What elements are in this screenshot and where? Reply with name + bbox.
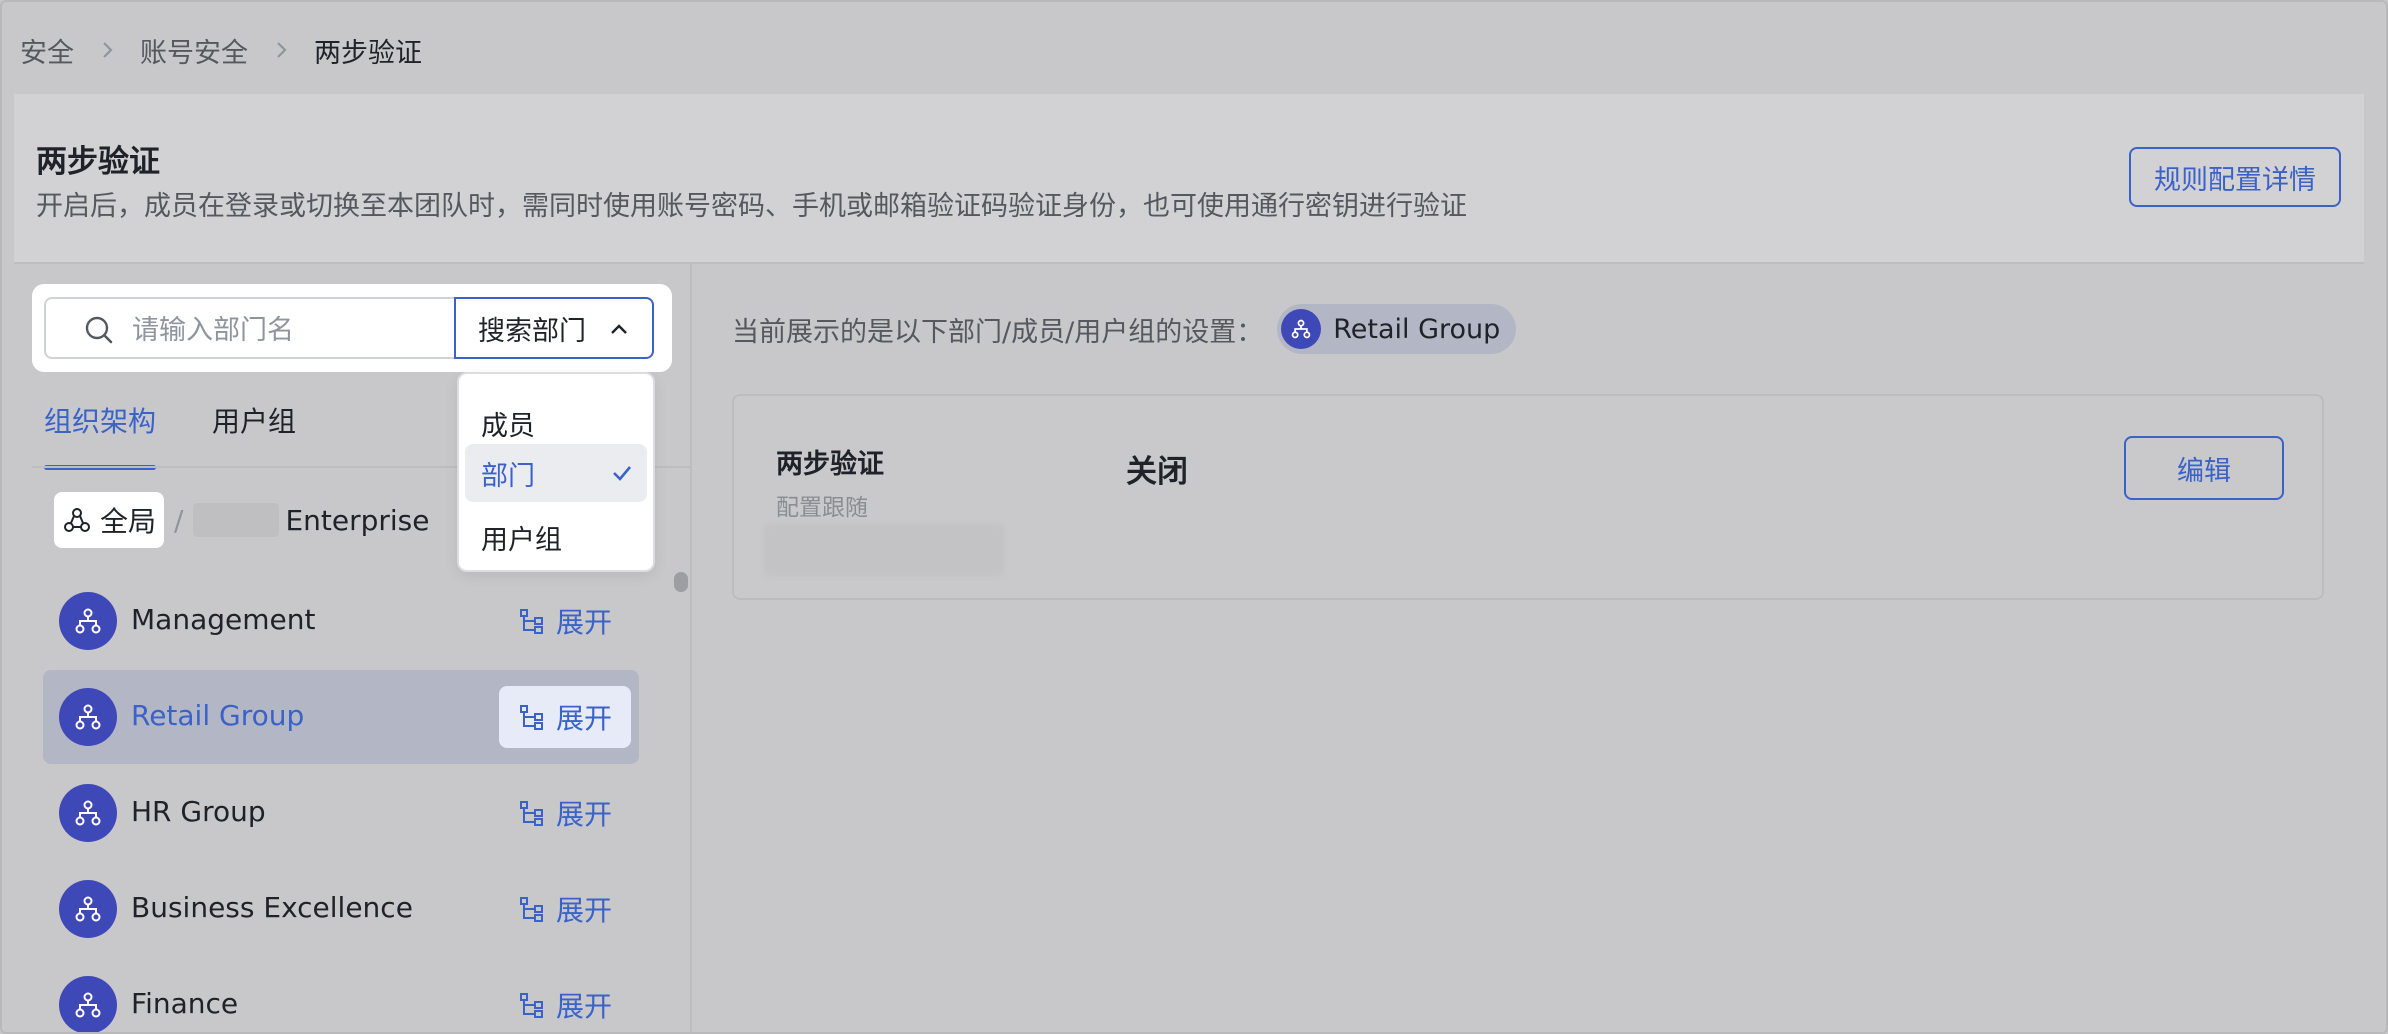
check-icon (613, 466, 631, 481)
expand-button[interactable]: 展开 (499, 590, 631, 652)
search-icon (85, 316, 113, 344)
chevron-right-icon (277, 42, 287, 58)
breadcrumb-item-account-security[interactable]: 账号安全 (140, 31, 248, 70)
path-separator: / (174, 503, 184, 537)
chevron-up-icon (611, 324, 627, 334)
department-name: Business Excellence (131, 891, 413, 924)
page-description: 开启后，成员在登录或切换至本团队时，需同时使用账号密码、手机或邮箱验证码验证身份… (36, 191, 1467, 222)
department-row-selected[interactable]: Retail Group 展开 (43, 670, 639, 764)
app-window: 安全 账号安全 两步验证 两步验证 开启后，成员在登录或切换至本团队时，需同时使… (0, 0, 2388, 1034)
scrollbar[interactable] (670, 564, 690, 1032)
org-chart-icon (75, 992, 101, 1018)
expand-button[interactable]: 展开 (499, 878, 631, 940)
dropdown-option-user-groups[interactable]: 用户组 (465, 508, 647, 566)
option-label: 用户组 (481, 524, 562, 556)
search-scope-label: 搜索部门 (478, 315, 586, 347)
department-row[interactable]: Business Excellence 展开 (43, 862, 639, 956)
breadcrumb-item-current: 两步验证 (314, 37, 422, 69)
tree-expand-icon (519, 897, 543, 922)
current-scope-tag: Retail Group (1277, 304, 1517, 354)
expand-button[interactable]: 展开 (499, 974, 631, 1032)
scrollbar-thumb[interactable] (674, 572, 688, 592)
org-chart-icon (75, 704, 101, 730)
department-list: Management 展开 Retail Group 展开 HR Group 展… (43, 574, 639, 1032)
redacted-org-name (193, 503, 280, 537)
current-scope-bar: 当前展示的是以下部门/成员/用户组的设置： Retail Group (732, 304, 1517, 354)
department-name: Management (131, 603, 316, 636)
department-avatar (1281, 309, 1322, 349)
tab-org-structure[interactable]: 组织架构 (44, 400, 157, 470)
department-avatar (59, 592, 117, 650)
org-chart-icon (75, 608, 101, 634)
org-chart-icon (75, 800, 101, 826)
department-row[interactable]: HR Group 展开 (43, 766, 639, 860)
expand-label: 展开 (555, 894, 612, 927)
search-scope-select[interactable]: 搜索部门 (454, 297, 654, 359)
department-row[interactable]: Management 展开 (43, 574, 639, 668)
expand-button[interactable]: 展开 (499, 782, 631, 844)
expand-label: 展开 (555, 702, 612, 735)
path-org-label[interactable]: Enterprise (285, 504, 429, 537)
department-avatar (59, 880, 117, 938)
department-avatar (59, 976, 117, 1032)
setting-name: 两步验证 (776, 449, 884, 480)
rules-detail-button[interactable]: 规则配置详情 (2129, 147, 2341, 207)
breadcrumb-item-security[interactable]: 安全 (20, 31, 74, 70)
dropdown-option-departments[interactable]: 部门 (465, 444, 647, 502)
redacted-inherit-source (764, 524, 1004, 576)
current-scope-intro: 当前展示的是以下部门/成员/用户组的设置： (732, 316, 1264, 348)
org-path: 全局 / Enterprise (54, 492, 430, 548)
setting-inherit-label: 配置跟随 (776, 495, 868, 521)
department-name: HR Group (131, 795, 266, 828)
path-root-global[interactable]: 全局 (54, 492, 165, 548)
expand-button[interactable]: 展开 (499, 686, 631, 748)
tab-user-groups[interactable]: 用户组 (212, 400, 296, 460)
expand-label: 展开 (555, 798, 612, 831)
search-bar: 搜索部门 (32, 284, 672, 372)
search-box[interactable] (44, 297, 454, 359)
department-avatar (59, 688, 117, 746)
search-scope-dropdown: 成员 部门 用户组 (457, 372, 655, 572)
setting-card: 两步验证 配置跟随 关闭 编辑 (732, 394, 2324, 600)
tree-expand-icon (519, 609, 543, 634)
search-input[interactable] (130, 307, 444, 353)
tree-expand-icon (519, 801, 543, 826)
expand-label: 展开 (555, 990, 612, 1023)
chevron-right-icon (103, 42, 113, 58)
department-name: Finance (131, 987, 239, 1020)
breadcrumb: 安全 账号安全 两步验证 (20, 30, 422, 70)
expand-label: 展开 (555, 606, 612, 639)
tree-expand-icon (519, 705, 543, 730)
tree-expand-icon (519, 993, 543, 1018)
current-scope-name: Retail Group (1333, 313, 1501, 345)
option-label: 部门 (481, 460, 535, 492)
department-name: Retail Group (131, 699, 305, 732)
edit-button[interactable]: 编辑 (2124, 436, 2284, 500)
department-avatar (59, 784, 117, 842)
path-root-label: 全局 (100, 505, 157, 538)
org-chart-icon (1291, 319, 1311, 339)
setting-value: 关闭 (1126, 454, 1188, 490)
department-row[interactable]: Finance 展开 (43, 958, 639, 1032)
header-panel: 两步验证 开启后，成员在登录或切换至本团队时，需同时使用账号密码、手机或邮箱验证… (14, 94, 2364, 264)
page-title: 两步验证 (36, 144, 160, 180)
org-chart-icon (64, 508, 90, 532)
tab-bar: 组织架构 用户组 (44, 400, 352, 470)
org-chart-icon (75, 896, 101, 922)
option-label: 成员 (481, 410, 535, 442)
